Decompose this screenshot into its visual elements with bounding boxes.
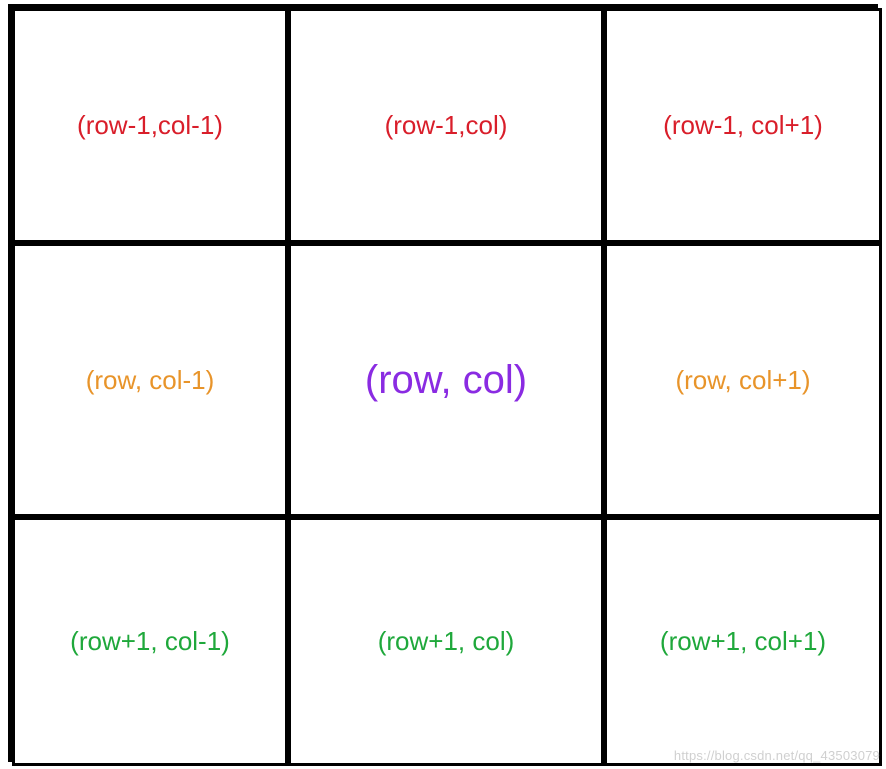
label-center: (row, col) — [365, 358, 527, 403]
label-top-left: (row-1,col-1) — [77, 110, 223, 141]
label-bot-left: (row+1, col-1) — [70, 626, 230, 657]
cell-mid-left: (row, col-1) — [12, 243, 288, 517]
cell-top-left: (row-1,col-1) — [12, 8, 288, 243]
label-mid-left: (row, col-1) — [86, 365, 215, 396]
label-mid-right: (row, col+1) — [675, 365, 810, 396]
label-top-right: (row-1, col+1) — [663, 110, 823, 141]
label-top-center: (row-1,col) — [385, 110, 508, 141]
cell-top-right: (row-1, col+1) — [604, 8, 882, 243]
cell-bot-right: (row+1, col+1) — [604, 517, 882, 766]
neighbor-grid: (row-1,col-1) (row-1,col) (row-1, col+1)… — [8, 4, 878, 762]
watermark-text: https://blog.csdn.net/qq_43503079 — [674, 748, 880, 763]
label-bot-right: (row+1, col+1) — [660, 626, 826, 657]
cell-bot-center: (row+1, col) — [288, 517, 604, 766]
cell-mid-right: (row, col+1) — [604, 243, 882, 517]
label-bot-center: (row+1, col) — [378, 626, 515, 657]
cell-center: (row, col) — [288, 243, 604, 517]
cell-bot-left: (row+1, col-1) — [12, 517, 288, 766]
cell-top-center: (row-1,col) — [288, 8, 604, 243]
